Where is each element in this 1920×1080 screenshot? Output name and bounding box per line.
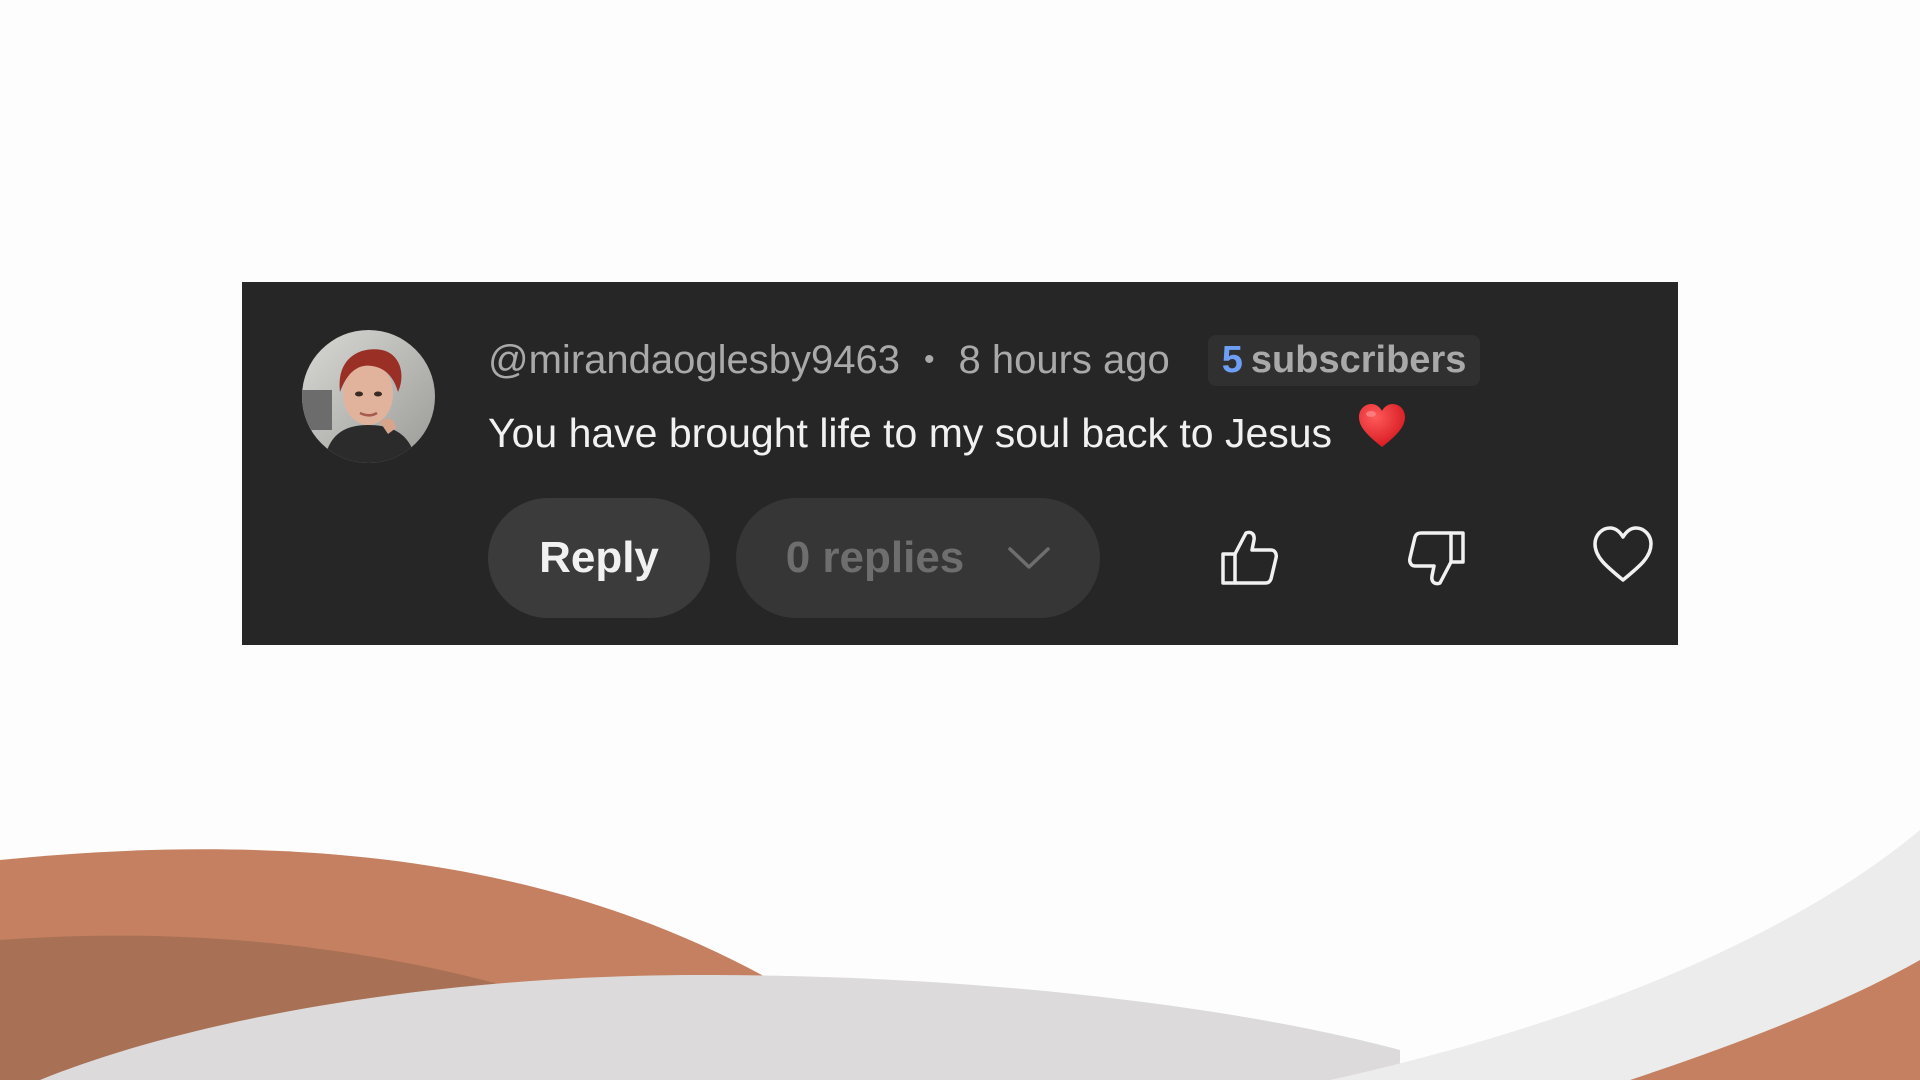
replies-count-label: 0 replies bbox=[785, 533, 965, 582]
red-heart-emoji-icon bbox=[1357, 403, 1407, 459]
heart-button[interactable] bbox=[1592, 524, 1654, 586]
author-handle[interactable]: @mirandaoglesby9463 bbox=[488, 338, 900, 383]
thumbs-up-icon bbox=[1221, 530, 1278, 585]
subscriber-count: 5 bbox=[1221, 338, 1243, 381]
chevron-down-icon bbox=[1008, 547, 1051, 569]
subscriber-badge: 5 subscribers bbox=[1207, 334, 1481, 386]
avatar[interactable] bbox=[302, 330, 435, 463]
like-button[interactable] bbox=[1220, 528, 1280, 588]
comment-card: @mirandaoglesby9463 • 8 hours ago 5 subsc… bbox=[242, 282, 1678, 645]
dislike-button[interactable] bbox=[1406, 528, 1466, 588]
comment-meta: @mirandaoglesby9463 • 8 hours ago 5 subsc… bbox=[488, 332, 1481, 388]
view-replies-button[interactable]: 0 replies bbox=[736, 498, 1100, 618]
subscriber-label: subscribers bbox=[1250, 338, 1467, 381]
comment-text: You have brought life to my soul back to… bbox=[488, 410, 1333, 456]
reply-button[interactable]: Reply bbox=[488, 498, 710, 618]
heart-outline-icon bbox=[1593, 526, 1653, 582]
timestamp[interactable]: 8 hours ago bbox=[959, 338, 1170, 383]
avatar-image bbox=[302, 330, 435, 463]
meta-separator: • bbox=[923, 343, 935, 376]
thumbs-down-icon bbox=[1408, 531, 1465, 586]
comment-body: You have brought life to my soul back to… bbox=[488, 404, 1407, 459]
